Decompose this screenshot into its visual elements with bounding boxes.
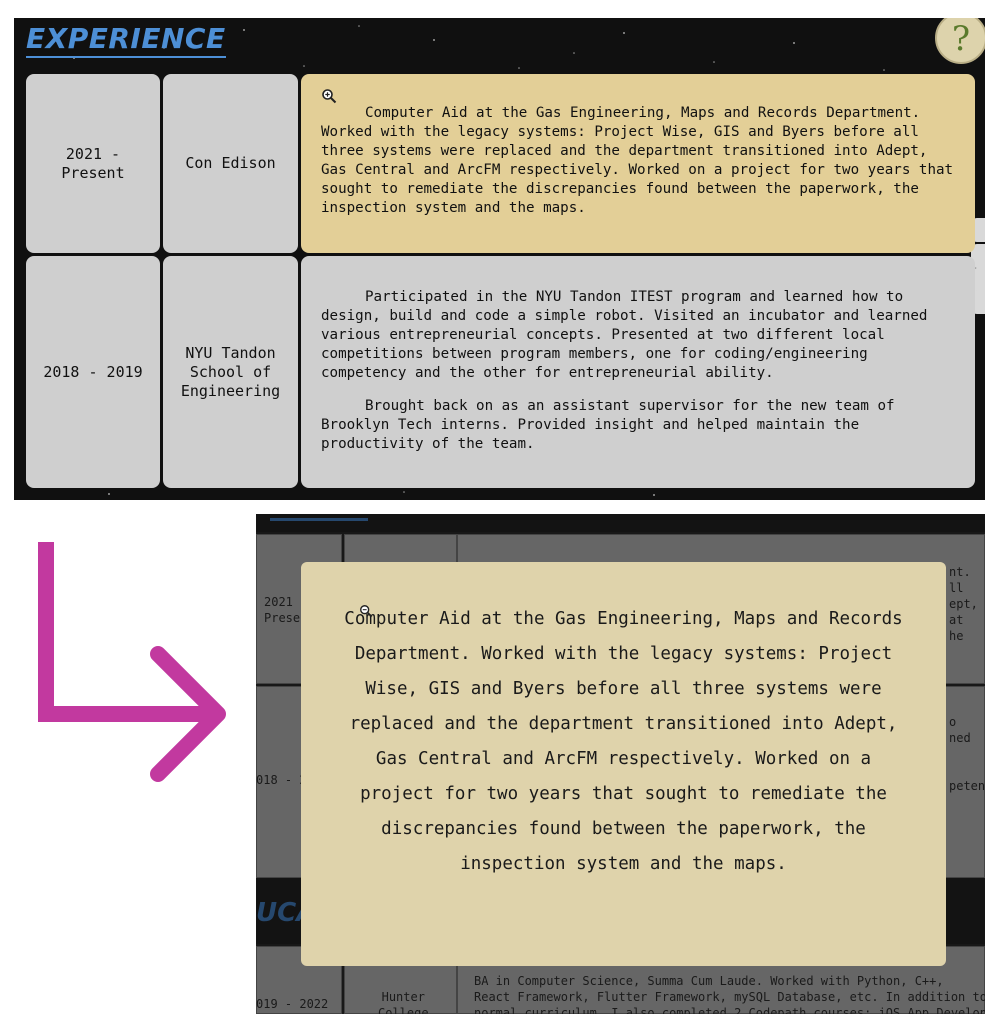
date-line: 2018 - 2019 xyxy=(43,362,143,381)
arrow-icon xyxy=(38,542,226,782)
organization-name: NYU Tandon xyxy=(185,343,276,362)
description-paragraph: Computer Aid at the Gas Engineering, Map… xyxy=(321,105,954,216)
description-cell[interactable]: Participated in the NYU Tandon ITEST pro… xyxy=(301,256,975,488)
organization-name: School of xyxy=(189,362,272,381)
section-title: EXPERIENCE xyxy=(26,22,226,58)
description-paragraph: Brought back on as an assistant supervis… xyxy=(321,398,895,452)
description-cell-highlighted[interactable]: Computer Aid at the Gas Engineering, Map… xyxy=(301,74,975,253)
organization-cell: NYU Tandon School of Engineering xyxy=(163,256,298,488)
help-icon: ? xyxy=(951,19,971,59)
experience-section: EXPERIENCE ? 2021 - Present Con Edison Co… xyxy=(14,18,985,500)
zoom-in-icon[interactable] xyxy=(321,88,337,104)
expanded-view-screenshot: 2021 Presen nt. ll ept, G at he 018 - 2 … xyxy=(256,514,985,1014)
expanded-description-text: Computer Aid at the Gas Engineering, Map… xyxy=(344,609,903,874)
date-line: 2021 - xyxy=(65,144,121,163)
date-cell: 2021 - Present xyxy=(26,74,160,253)
organization-name: Engineering xyxy=(180,381,281,400)
zoom-out-icon[interactable] xyxy=(359,604,373,618)
organization-cell: Con Edison xyxy=(163,74,298,253)
help-button[interactable]: ? xyxy=(935,18,985,64)
description-paragraph: Participated in the NYU Tandon ITEST pro… xyxy=(321,289,928,381)
date-line: Present xyxy=(61,163,125,182)
date-cell: 2018 - 2019 xyxy=(26,256,160,488)
expanded-description-modal[interactable]: Computer Aid at the Gas Engineering, Map… xyxy=(301,562,946,966)
organization-name: Con Edison xyxy=(185,154,276,172)
